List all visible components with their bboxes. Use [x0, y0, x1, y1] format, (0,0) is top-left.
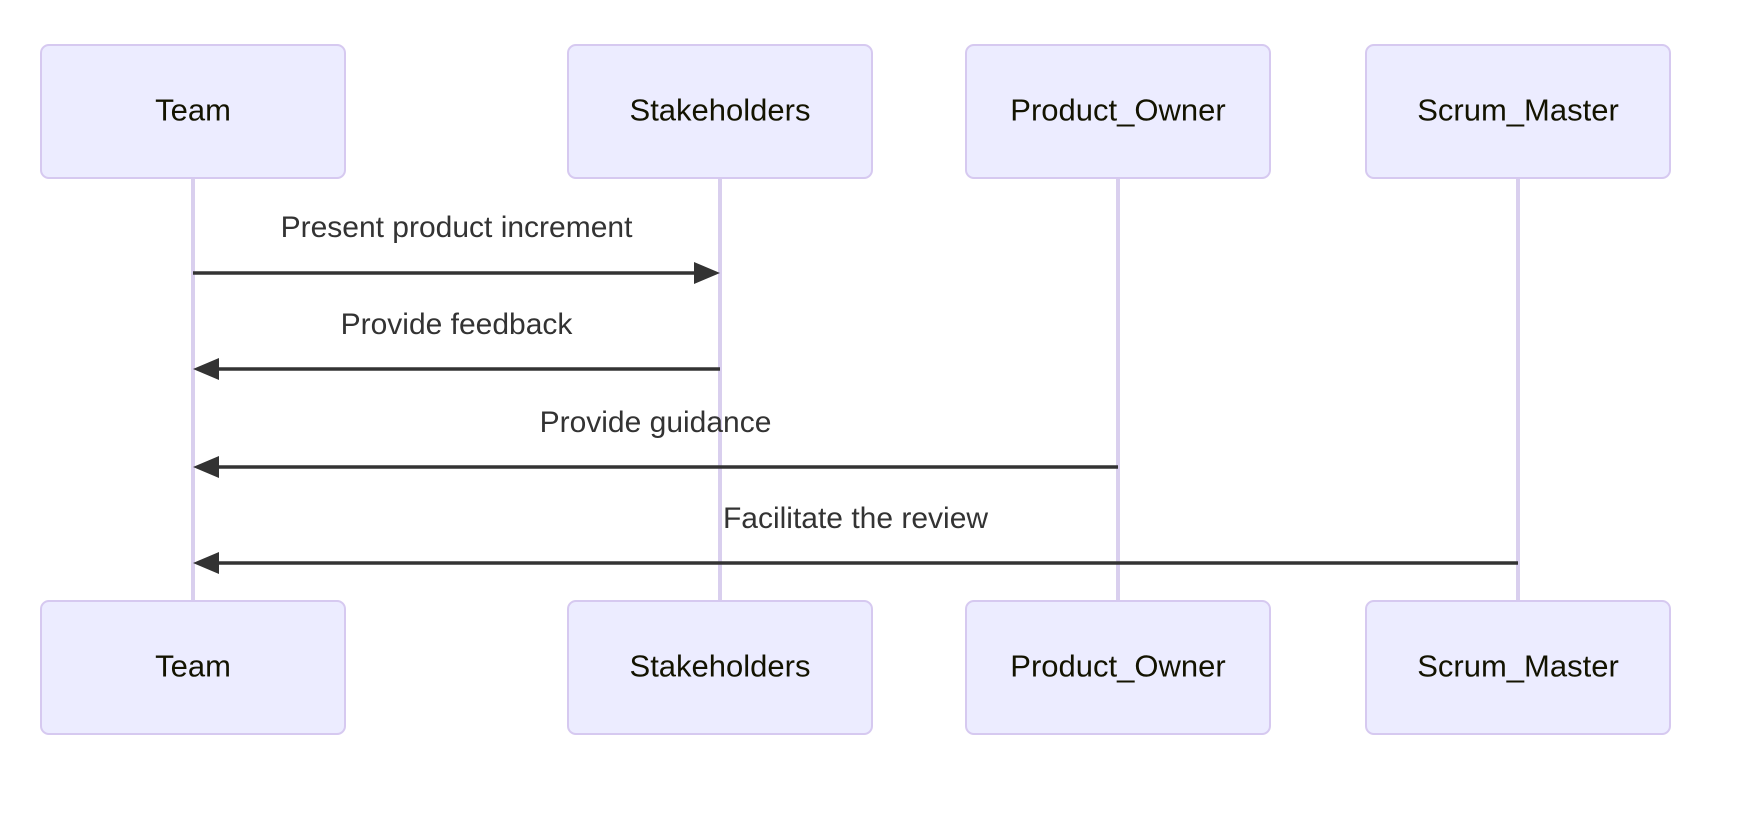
message-1[interactable]: Present product increment — [193, 211, 720, 284]
message-label-1: Present product increment — [281, 211, 634, 244]
message-4[interactable]: Facilitate the review — [193, 502, 1518, 574]
actor-label-scrum_master: Scrum_Master — [1417, 649, 1619, 684]
actors-bottom-layer: Team Stakeholders Product_Owner Scrum_Maste… — [40, 600, 1671, 735]
sequence-diagram-canvas: Present product increment Provide feedbac… — [0, 0, 1746, 836]
actor-label-scrum_master: Scrum_Master — [1417, 93, 1619, 128]
message-arrowhead-1 — [694, 262, 720, 284]
message-2[interactable]: Provide feedback — [193, 308, 720, 380]
actor-bottom-stakeholders[interactable]: Stakeholders — [567, 600, 873, 735]
message-arrowhead-4 — [193, 552, 219, 574]
message-arrowhead-2 — [193, 358, 219, 380]
actor-label-team: Team — [155, 649, 231, 684]
message-label-2: Provide feedback — [341, 308, 574, 341]
actor-top-team[interactable]: Team — [40, 44, 346, 179]
actor-top-product_owner[interactable]: Product_Owner — [965, 44, 1271, 179]
actor-label-product_owner: Product_Owner — [1010, 93, 1225, 128]
message-label-4: Facilitate the review — [723, 502, 988, 535]
message-3[interactable]: Provide guidance — [193, 406, 1118, 478]
actor-top-scrum_master[interactable]: Scrum_Master — [1365, 44, 1671, 179]
sequence-diagram-svg: Present product increment Provide feedbac… — [40, 44, 1671, 735]
actor-label-stakeholders: Stakeholders — [630, 93, 811, 128]
message-arrowhead-3 — [193, 456, 219, 478]
actor-bottom-team[interactable]: Team — [40, 600, 346, 735]
actor-label-stakeholders: Stakeholders — [630, 649, 811, 684]
message-label-3: Provide guidance — [540, 406, 772, 439]
actor-label-product_owner: Product_Owner — [1010, 649, 1225, 684]
actors-top-layer: Team Stakeholders Product_Owner Scrum_Maste… — [40, 44, 1671, 179]
actor-bottom-product_owner[interactable]: Product_Owner — [965, 600, 1271, 735]
messages-layer: Present product increment Provide feedbac… — [193, 211, 1518, 574]
actor-label-team: Team — [155, 93, 231, 128]
actor-top-stakeholders[interactable]: Stakeholders — [567, 44, 873, 179]
actor-bottom-scrum_master[interactable]: Scrum_Master — [1365, 600, 1671, 735]
